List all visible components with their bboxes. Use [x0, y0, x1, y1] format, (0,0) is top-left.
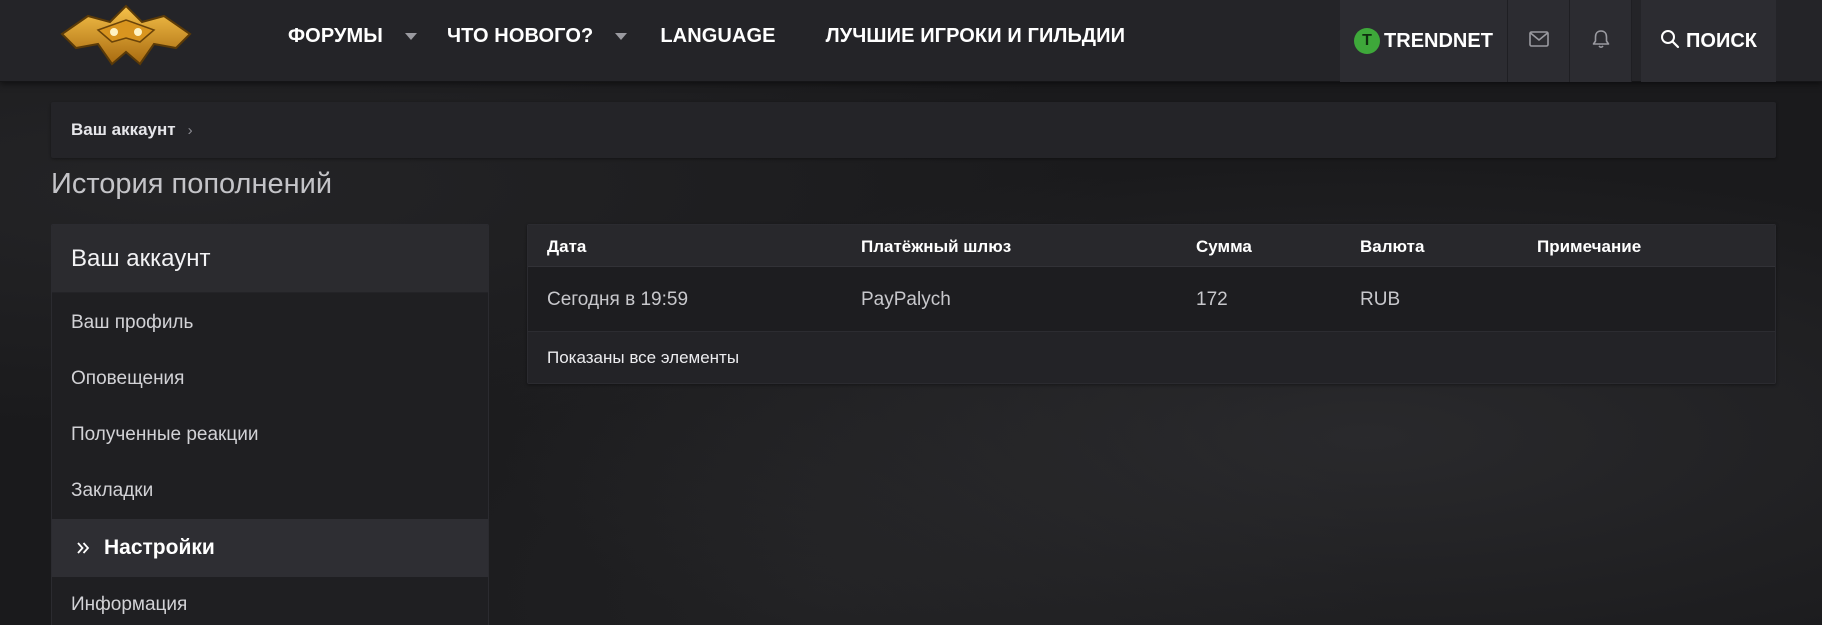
username: TRENDNET	[1384, 29, 1493, 52]
chevron-down-icon[interactable]	[405, 32, 417, 40]
notifications-button[interactable]	[1570, 0, 1632, 82]
nav-whats-new[interactable]: ЧТО НОВОГО?	[447, 0, 628, 72]
inbox-button[interactable]	[1508, 0, 1570, 82]
double-chevron-right-icon	[76, 541, 90, 555]
page-title: История пополнений	[51, 168, 333, 200]
site-logo[interactable]	[58, 4, 194, 70]
sidebar-title: Ваш аккаунт	[52, 225, 488, 293]
table-row: Сегодня в 19:59 PayPalych 172 RUB	[528, 267, 1775, 331]
search-icon	[1660, 29, 1680, 54]
nav-top-players-guilds[interactable]: ЛУЧШИЕ ИГРОКИ И ГИЛЬДИИ	[826, 0, 1125, 72]
table-footer: Показаны все элементы	[528, 331, 1775, 383]
chevron-down-icon[interactable]	[615, 32, 628, 40]
sidebar-item-reactions[interactable]: Полученные реакции	[52, 407, 488, 463]
bell-icon	[1592, 29, 1610, 54]
search-button[interactable]: ПОИСК	[1641, 0, 1776, 82]
sidebar-item-bookmarks[interactable]: Закладки	[52, 463, 488, 519]
nav-language[interactable]: LANGUAGE	[660, 0, 775, 72]
nav-forums-label: ФОРУМЫ	[288, 24, 383, 47]
nav-whats-new-label: ЧТО НОВОГО?	[447, 24, 594, 47]
user-menu-button[interactable]: T TRENDNET	[1340, 0, 1508, 82]
search-label: ПОИСК	[1686, 29, 1757, 52]
table-footer-text: Показаны все элементы	[547, 348, 740, 367]
column-header-date: Дата	[547, 237, 587, 256]
column-header-gateway: Платёжный шлюз	[861, 237, 1012, 256]
chevron-right-icon: ›	[187, 121, 193, 139]
column-header-currency: Валюта	[1360, 237, 1425, 256]
nav-forums[interactable]: ФОРУМЫ	[288, 0, 417, 72]
breadcrumb: Ваш аккаунт ›	[51, 102, 1776, 158]
sidebar-item-label: Ваш профиль	[71, 312, 194, 333]
column-header-note: Примечание	[1537, 237, 1642, 256]
sidebar-item-label: Полученные реакции	[71, 424, 259, 445]
top-navigation-bar: ФОРУМЫ ЧТО НОВОГО? LANGUAGE ЛУЧШИЕ ИГРОК…	[0, 0, 1822, 82]
sidebar-item-info[interactable]: Информация	[52, 577, 488, 625]
sidebar-item-label: Закладки	[71, 480, 154, 501]
sidebar-item-settings[interactable]: Настройки	[52, 519, 488, 577]
cell-gateway: PayPalych	[861, 289, 951, 310]
sidebar-item-label: Оповещения	[71, 368, 185, 389]
nav-language-label: LANGUAGE	[660, 24, 776, 47]
sidebar-item-label: Настройки	[104, 536, 215, 559]
sidebar-item-profile[interactable]: Ваш профиль	[52, 295, 488, 351]
topup-history-table: Дата Платёжный шлюз Сумма Валюта Примеча…	[527, 224, 1776, 384]
nav-top-players-label: ЛУЧШИЕ ИГРОКИ И ГИЛЬДИИ	[825, 24, 1126, 47]
sidebar-item-label: Информация	[71, 594, 188, 615]
account-sidebar: Ваш аккаунт Ваш профиль Оповещения Получ…	[51, 224, 489, 625]
sidebar-item-alerts[interactable]: Оповещения	[52, 351, 488, 407]
cell-currency: RUB	[1360, 289, 1401, 310]
column-header-amount: Сумма	[1196, 237, 1252, 256]
breadcrumb-account-link[interactable]: Ваш аккаунт	[71, 120, 176, 140]
cell-date: Сегодня в 19:59	[547, 289, 689, 310]
mail-icon	[1528, 30, 1549, 52]
table-header: Дата Платёжный шлюз Сумма Валюта Примеча…	[528, 225, 1775, 267]
main-navigation: ФОРУМЫ ЧТО НОВОГО? LANGUAGE ЛУЧШИЕ ИГРОК…	[288, 0, 1125, 72]
cell-amount: 172	[1196, 289, 1228, 310]
avatar: T	[1354, 28, 1381, 54]
